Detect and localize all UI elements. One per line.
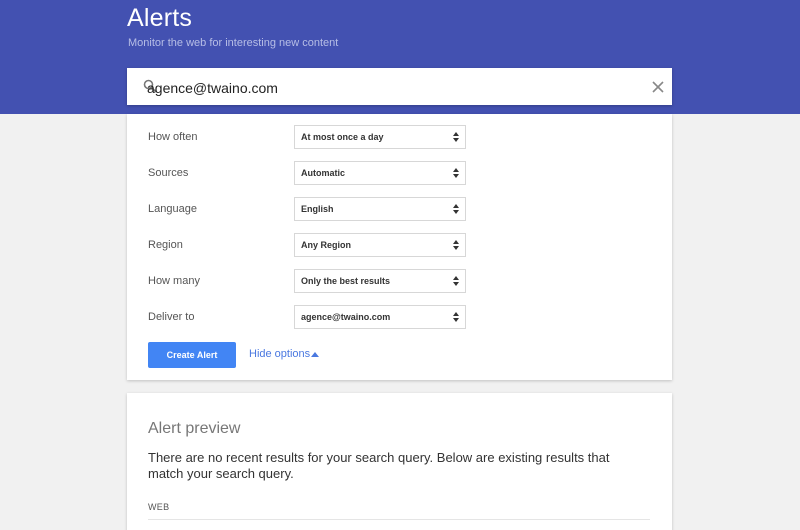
page-title: Alerts — [127, 4, 193, 32]
select-arrows-icon — [453, 168, 459, 178]
select-arrows-icon — [453, 240, 459, 250]
sources-label: Sources — [148, 167, 189, 179]
language-value: English — [301, 204, 334, 214]
close-icon[interactable] — [651, 80, 665, 94]
language-label: Language — [148, 203, 197, 215]
how-many-value: Only the best results — [301, 276, 391, 286]
create-alert-button[interactable]: Create Alert — [148, 342, 236, 368]
caret-up-icon[interactable] — [311, 352, 319, 357]
select-arrows-icon — [453, 204, 459, 214]
select-arrows-icon — [453, 276, 459, 286]
page-subtitle: Monitor the web for interesting new cont… — [128, 37, 339, 49]
how-often-value: At most once a day — [301, 132, 384, 142]
select-arrows-icon — [453, 312, 459, 322]
hide-options-link[interactable]: Hide options — [249, 348, 310, 360]
language-select[interactable]: English — [294, 197, 466, 221]
sources-value: Automatic — [301, 168, 346, 178]
how-many-label: How many — [148, 275, 200, 287]
how-often-label: How often — [148, 131, 198, 143]
select-arrows-icon — [453, 132, 459, 142]
region-select[interactable]: Any Region — [294, 233, 466, 257]
divider — [148, 519, 650, 520]
how-many-select[interactable]: Only the best results — [294, 269, 466, 293]
region-label: Region — [148, 239, 183, 251]
region-value: Any Region — [301, 240, 352, 250]
deliver-to-select[interactable]: agence@twaino.com — [294, 305, 466, 329]
deliver-to-value: agence@twaino.com — [301, 312, 391, 322]
search-query-text[interactable]: agence@twaino.com — [147, 80, 278, 96]
web-section-label: WEB — [148, 502, 170, 512]
alert-preview-message: There are no recent results for your sea… — [148, 450, 610, 481]
sources-select[interactable]: Automatic — [294, 161, 466, 185]
alert-preview-title: Alert preview — [148, 420, 241, 437]
how-often-select[interactable]: At most once a day — [294, 125, 466, 149]
deliver-to-label: Deliver to — [148, 311, 195, 323]
